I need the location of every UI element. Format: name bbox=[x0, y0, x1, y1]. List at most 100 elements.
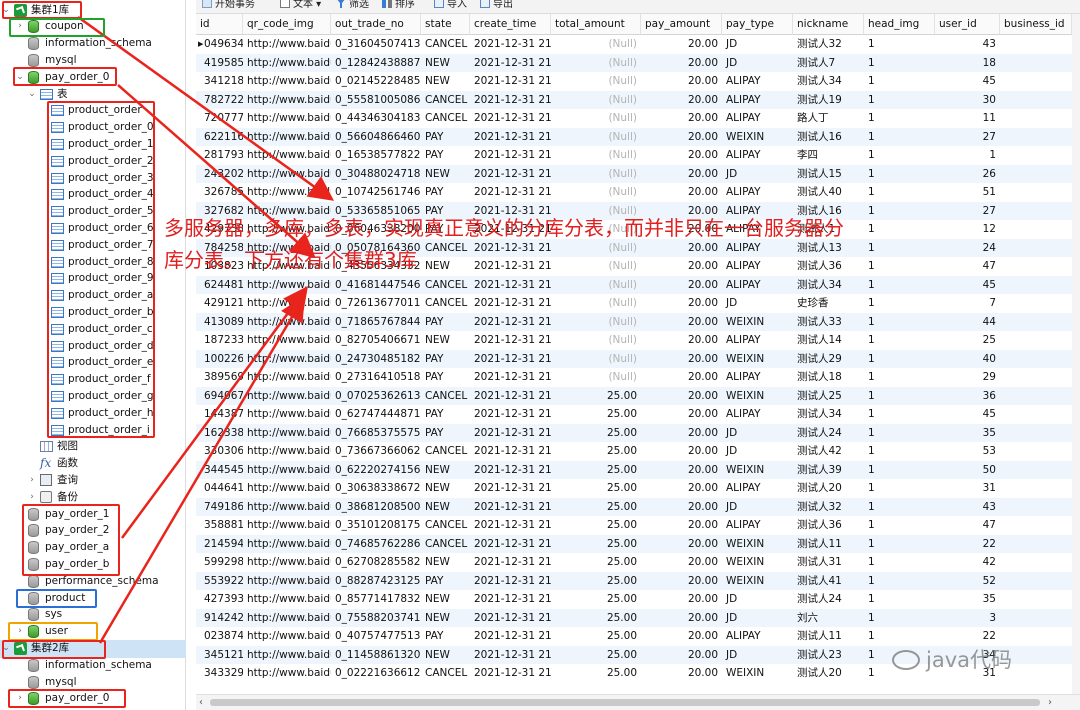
table-cell[interactable]: WEIXIN bbox=[722, 535, 793, 554]
table-cell[interactable]: http://www.baidu. bbox=[243, 405, 331, 424]
table-cell[interactable]: 测试人40 bbox=[793, 183, 864, 202]
table-cell[interactable]: http://www.baidu. bbox=[243, 91, 331, 110]
table-cell[interactable]: 20.00 bbox=[641, 220, 722, 239]
table-cell[interactable]: NEW bbox=[421, 257, 470, 276]
table-row[interactable]: 914242http://www.baidu.0_7558820374118NE… bbox=[196, 608, 1072, 628]
table-cell[interactable]: (Null) bbox=[551, 239, 641, 258]
table-cell[interactable]: 27 bbox=[935, 202, 1000, 221]
tree-node[interactable]: › pay_order_0 bbox=[0, 690, 186, 707]
table-row[interactable]: 327682http://www.baidu.0_5336585106507PA… bbox=[196, 201, 1072, 221]
chevron-right-icon[interactable]: › bbox=[27, 489, 37, 506]
table-cell[interactable]: 20.00 bbox=[641, 609, 722, 628]
table-cell[interactable]: 1 bbox=[864, 239, 935, 258]
table-cell[interactable]: 0_1284243888776 bbox=[331, 54, 421, 73]
tree-node[interactable]: product_order_8 bbox=[0, 254, 186, 271]
table-cell[interactable]: 2021-12-31 21:3 bbox=[470, 535, 551, 554]
table-cell[interactable]: 35 bbox=[935, 590, 1000, 609]
table-cell[interactable]: 2021-12-31 21:3 bbox=[470, 424, 551, 443]
filter-button[interactable]: 筛选 bbox=[336, 0, 369, 13]
table-cell[interactable]: 测试人41 bbox=[793, 572, 864, 591]
table-cell[interactable]: http://www.baidu. bbox=[243, 109, 331, 128]
table-cell[interactable]: 782722 bbox=[196, 91, 243, 110]
table-cell[interactable]: ALIPAY bbox=[722, 627, 793, 646]
table-cell[interactable]: CANCEL bbox=[421, 276, 470, 295]
table-cell[interactable]: (Null) bbox=[551, 54, 641, 73]
table-cell[interactable]: 2021-12-31 21:1 bbox=[470, 146, 551, 165]
tree-node[interactable]: › 查询 bbox=[0, 472, 186, 489]
sort-button[interactable]: 排序 bbox=[382, 0, 415, 13]
table-cell[interactable]: 1 bbox=[864, 442, 935, 461]
table-cell[interactable]: 694067 bbox=[196, 387, 243, 406]
table-cell[interactable]: (Null) bbox=[551, 183, 641, 202]
table-cell[interactable]: (Null) bbox=[551, 313, 641, 332]
import-button[interactable]: 导入 bbox=[434, 0, 467, 13]
table-cell[interactable]: 1 bbox=[864, 257, 935, 276]
table-cell[interactable]: 103823 bbox=[196, 257, 243, 276]
table-cell[interactable]: CANCEL bbox=[421, 664, 470, 683]
tree-node[interactable]: product_order_5 bbox=[0, 203, 186, 220]
table-cell[interactable]: ALIPAY bbox=[722, 72, 793, 91]
table-cell[interactable]: WEIXIN bbox=[722, 461, 793, 480]
table-cell[interactable]: 0_5660486646014 bbox=[331, 128, 421, 147]
table-cell[interactable]: 44 bbox=[935, 313, 1000, 332]
table-cell[interactable]: 测试人7 bbox=[793, 54, 864, 73]
tree-node[interactable]: › 备份 bbox=[0, 489, 186, 506]
table-cell[interactable]: http://www.baidu. bbox=[243, 646, 331, 665]
table-cell[interactable]: 1 bbox=[864, 572, 935, 591]
table-cell[interactable]: 162338 bbox=[196, 424, 243, 443]
table-cell[interactable]: 326785 bbox=[196, 183, 243, 202]
table-cell[interactable]: 测试人34 bbox=[793, 72, 864, 91]
scroll-right-icon[interactable]: › bbox=[1048, 695, 1052, 710]
table-cell[interactable]: PAY bbox=[421, 350, 470, 369]
table-cell[interactable]: 测试人24 bbox=[793, 424, 864, 443]
table-cell[interactable]: 429738 bbox=[196, 220, 243, 239]
table-cell[interactable]: 389569 bbox=[196, 368, 243, 387]
table-cell[interactable]: 25.00 bbox=[551, 627, 641, 646]
table-row[interactable]: 429121http://www.baidu.0_7261367701137CA… bbox=[196, 294, 1072, 313]
table-cell[interactable]: 0_5336585106507 bbox=[331, 202, 421, 221]
table-cell[interactable]: 测试人19 bbox=[793, 91, 864, 110]
table-cell[interactable]: (Null) bbox=[551, 350, 641, 369]
table-cell[interactable]: 20.00 bbox=[641, 35, 722, 54]
table-cell[interactable]: 0_0604633820007 bbox=[331, 220, 421, 239]
table-cell[interactable]: (Null) bbox=[551, 294, 641, 313]
table-cell[interactable]: 1 bbox=[864, 313, 935, 332]
table-cell[interactable]: JD bbox=[722, 424, 793, 443]
table-cell[interactable]: 1 bbox=[864, 109, 935, 128]
table-cell[interactable]: 测试人32 bbox=[793, 498, 864, 517]
table-cell[interactable]: WEIXIN bbox=[722, 664, 793, 683]
table-cell[interactable]: 413089 bbox=[196, 313, 243, 332]
table-cell[interactable]: 0_1145886132051 bbox=[331, 646, 421, 665]
chevron-right-icon[interactable]: › bbox=[15, 18, 25, 35]
table-row[interactable]: ▶049634http://www.baidu.0_3160450741377C… bbox=[196, 35, 1072, 54]
table-cell[interactable]: 1 bbox=[864, 387, 935, 406]
table-cell[interactable]: 0_7261367701137 bbox=[331, 294, 421, 313]
table-cell[interactable]: 0_4075747751337 bbox=[331, 627, 421, 646]
table-cell[interactable]: 测试人31 bbox=[793, 553, 864, 572]
table-cell[interactable]: 45 bbox=[935, 276, 1000, 295]
table-cell[interactable]: PAY bbox=[421, 424, 470, 443]
table-cell[interactable]: 1 bbox=[864, 535, 935, 554]
column-header[interactable]: state bbox=[421, 14, 470, 35]
table-cell[interactable]: 20.00 bbox=[641, 646, 722, 665]
table-cell[interactable]: 24 bbox=[935, 239, 1000, 258]
tree-node[interactable]: mysql bbox=[0, 674, 186, 691]
column-header[interactable]: nickname bbox=[793, 14, 864, 35]
table-cell[interactable]: 341218 bbox=[196, 72, 243, 91]
table-cell[interactable]: ALIPAY bbox=[722, 405, 793, 424]
table-cell[interactable]: 0_7366736606200 bbox=[331, 442, 421, 461]
tree-node[interactable]: product_order_i bbox=[0, 422, 186, 439]
table-cell[interactable]: JD bbox=[722, 54, 793, 73]
table-cell[interactable]: 25.00 bbox=[551, 609, 641, 628]
table-cell[interactable]: 2021-12-31 21:1 bbox=[470, 202, 551, 221]
chevron-down-icon[interactable]: ⌄ bbox=[1, 640, 11, 657]
table-cell[interactable]: 47 bbox=[935, 257, 1000, 276]
table-cell[interactable]: 25.00 bbox=[551, 572, 641, 591]
table-cell[interactable]: 0_1653857782252 bbox=[331, 146, 421, 165]
table-cell[interactable]: NEW bbox=[421, 331, 470, 350]
table-cell[interactable]: 2021-12-31 21:1 bbox=[470, 220, 551, 239]
table-cell[interactable]: 20.00 bbox=[641, 72, 722, 91]
table-cell[interactable]: 0_8577141783216 bbox=[331, 590, 421, 609]
chevron-right-icon[interactable]: › bbox=[15, 623, 25, 640]
table-cell[interactable]: CANCEL bbox=[421, 35, 470, 54]
